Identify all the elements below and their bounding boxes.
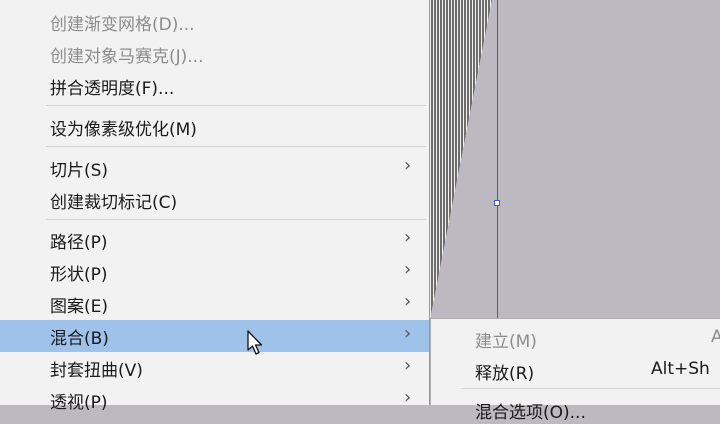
menu-item-label: 混合(B) <box>50 329 109 349</box>
menu-item-slice[interactable]: 切片(S) › <box>0 152 429 184</box>
mouse-pointer-icon <box>247 330 263 355</box>
chevron-right-icon: › <box>404 259 412 280</box>
menu-item-label: 设为像素级优化(M) <box>50 120 197 140</box>
submenu-item-shortcut: Alt+Sh <box>651 359 710 379</box>
menu-item-create-object-mosaic[interactable]: 创建对象马赛克(J)... <box>0 38 429 70</box>
menu-item-label: 封套扭曲(V) <box>50 361 143 381</box>
object-context-menu: 创建渐变网格(D)... 创建对象马赛克(J)... 拼合透明度(F)... 设… <box>0 0 430 413</box>
menu-item-flatten-transparency[interactable]: 拼合透明度(F)... <box>0 70 429 102</box>
submenu-item-label: 建立(M) <box>475 332 537 352</box>
menu-separator <box>46 219 426 220</box>
submenu-item-blend-options[interactable]: 混合选项(O)... <box>431 392 720 424</box>
menu-item-label: 透视(P) <box>50 393 108 413</box>
menu-item-perspective[interactable]: 透视(P) › <box>0 384 429 416</box>
chevron-right-icon: › <box>404 355 412 376</box>
menu-item-label: 创建渐变网格(D)... <box>50 15 195 35</box>
menu-item-envelope-distort[interactable]: 封套扭曲(V) › <box>0 352 429 384</box>
menu-item-label: 形状(P) <box>50 265 108 285</box>
chevron-right-icon: › <box>404 227 412 248</box>
menu-item-path[interactable]: 路径(P) › <box>0 224 429 256</box>
chevron-right-icon: › <box>404 291 412 312</box>
menu-separator <box>46 105 426 106</box>
path-guide-line <box>497 0 498 318</box>
menu-item-shape[interactable]: 形状(P) › <box>0 256 429 288</box>
blend-submenu: 建立(M) A 释放(R) Alt+Sh 混合选项(O)... <box>430 318 720 423</box>
submenu-separator <box>461 388 720 389</box>
chevron-right-icon: › <box>404 155 412 176</box>
menu-item-blend[interactable]: 混合(B) › <box>0 320 429 352</box>
chevron-right-icon: › <box>404 323 412 344</box>
submenu-item-make[interactable]: 建立(M) A <box>431 321 720 353</box>
menu-item-create-gradient-mesh[interactable]: 创建渐变网格(D)... <box>0 6 429 38</box>
menu-item-label: 拼合透明度(F)... <box>50 79 175 99</box>
menu-separator <box>46 146 426 147</box>
menu-item-pattern[interactable]: 图案(E) › <box>0 288 429 320</box>
submenu-item-label: 混合选项(O)... <box>475 403 586 423</box>
submenu-item-label: 释放(R) <box>475 364 535 384</box>
menu-item-create-trim-marks[interactable]: 创建裁切标记(C) <box>0 184 429 216</box>
menu-item-label: 创建对象马赛克(J)... <box>50 47 204 67</box>
menu-item-label: 图案(E) <box>50 297 109 317</box>
anchor-point-handle[interactable] <box>494 200 500 206</box>
menu-item-make-pixel-perfect[interactable]: 设为像素级优化(M) <box>0 111 429 143</box>
menu-item-label: 路径(P) <box>50 233 108 253</box>
submenu-item-shortcut: A <box>711 327 720 347</box>
menu-item-label: 切片(S) <box>50 161 109 181</box>
menu-item-label: 创建裁切标记(C) <box>50 193 178 213</box>
submenu-item-release[interactable]: 释放(R) Alt+Sh <box>431 353 720 385</box>
